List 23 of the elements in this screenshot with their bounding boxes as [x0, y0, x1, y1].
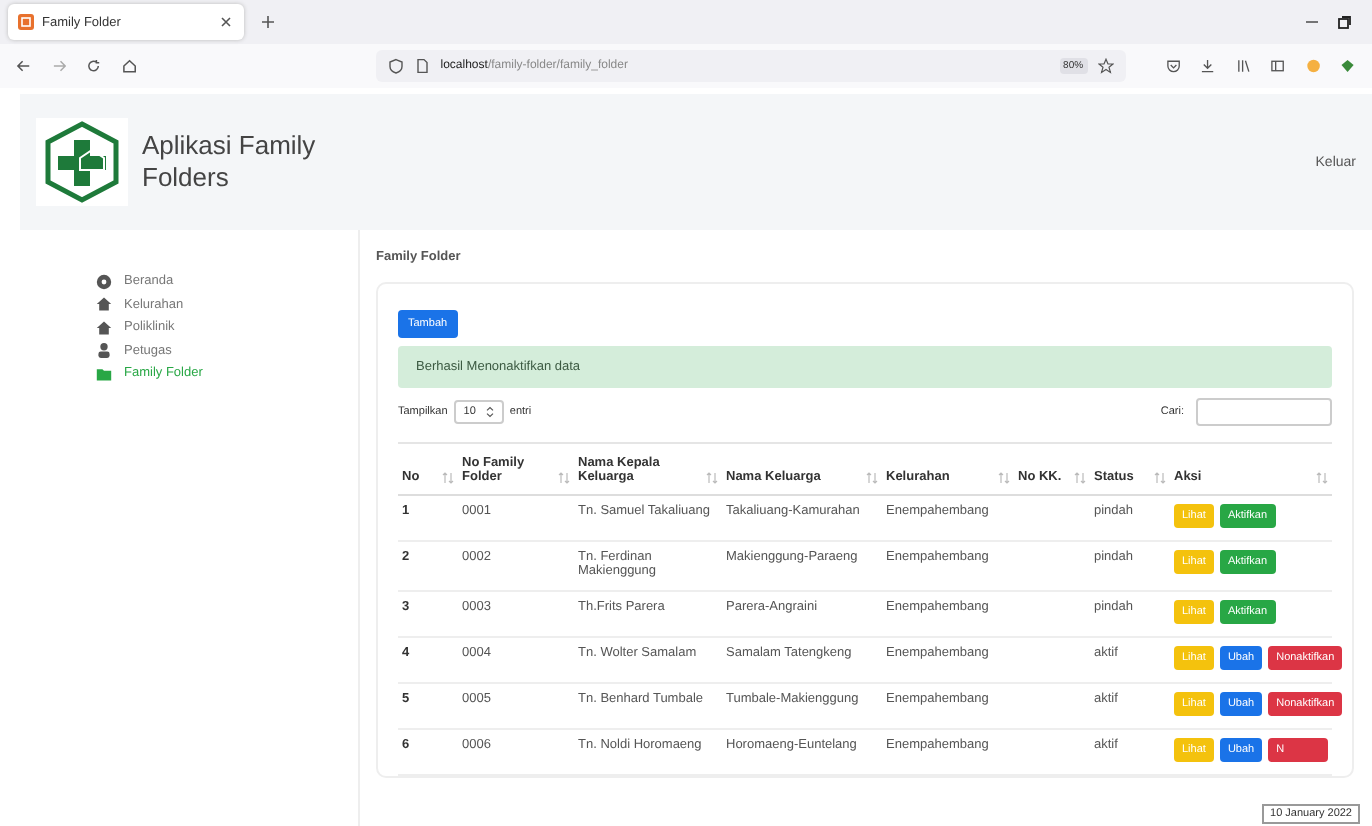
- new-tab-icon[interactable]: [260, 14, 276, 30]
- close-icon[interactable]: [218, 14, 234, 30]
- extension-icon[interactable]: [1340, 58, 1356, 74]
- search-field[interactable]: [1196, 398, 1332, 426]
- user-icon: [96, 342, 112, 359]
- forward-icon[interactable]: [51, 58, 67, 74]
- download-icon[interactable]: [1200, 58, 1216, 74]
- logo-icon: [36, 118, 128, 206]
- folder-icon: [96, 365, 112, 382]
- page-icon: [414, 58, 431, 74]
- library-icon[interactable]: [1235, 58, 1251, 74]
- reload-icon[interactable]: [86, 58, 102, 74]
- star-icon[interactable]: [1097, 58, 1114, 74]
- caret-icon: [485, 406, 494, 418]
- shield-icon: [388, 58, 405, 74]
- dashboard-icon: [96, 273, 112, 290]
- restore-icon[interactable]: [1336, 14, 1352, 30]
- tab-favicon-icon: [18, 14, 34, 30]
- sidebar-icon[interactable]: [1270, 58, 1286, 74]
- home-icon[interactable]: [121, 58, 137, 74]
- back-icon[interactable]: [16, 58, 32, 74]
- app-title: Aplikasi Family Folders: [142, 130, 318, 194]
- pocket-icon[interactable]: [1165, 58, 1181, 74]
